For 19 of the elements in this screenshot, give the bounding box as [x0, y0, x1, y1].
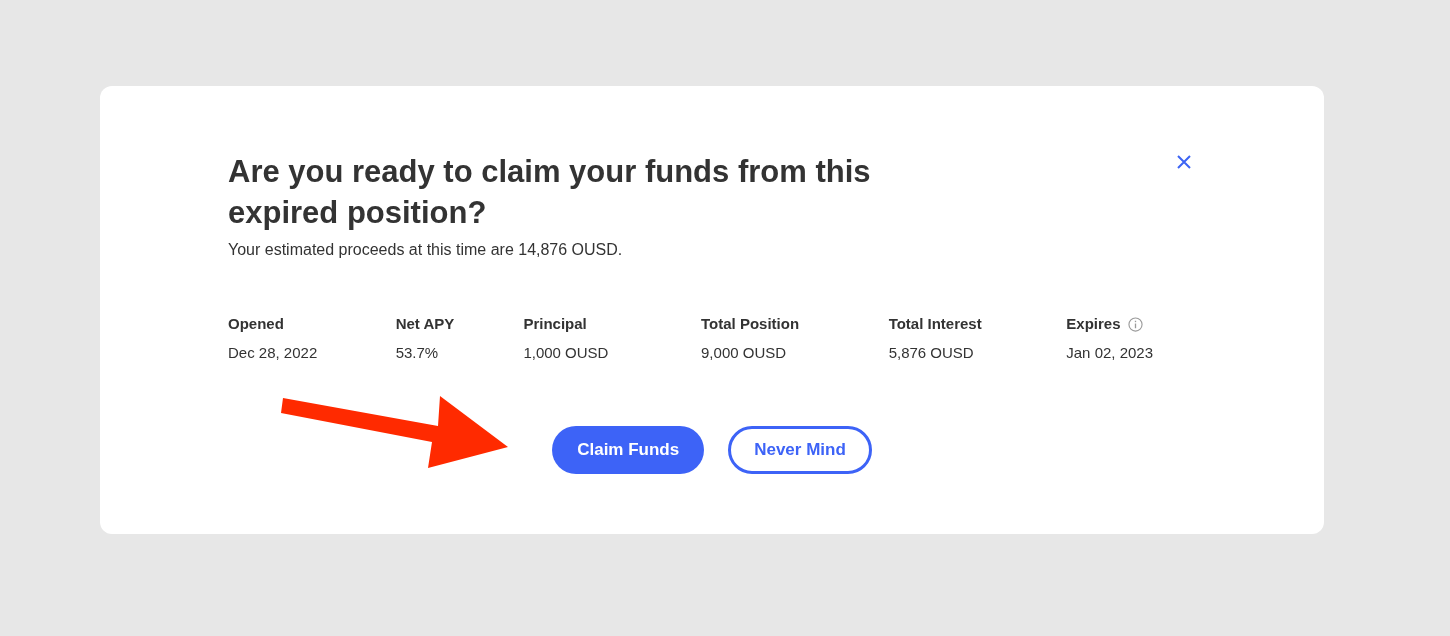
stat-value: 9,000 OUSD	[701, 343, 788, 363]
dialog-title: Are you ready to claim your funds from this expired position?	[228, 153, 872, 232]
stat-label: Expires	[1066, 313, 1121, 334]
stat-label: Opened	[228, 313, 284, 334]
close-icon[interactable]	[1176, 154, 1192, 170]
stat-value: 53.7%	[395, 343, 440, 363]
arrow-icon	[281, 395, 509, 469]
stat-label: Net APY	[395, 313, 455, 334]
stat-label: Principal	[523, 313, 587, 334]
claim-button[interactable]: Claim Funds	[552, 426, 705, 474]
stat-value: Dec 28, 2022	[228, 343, 319, 363]
stat-label: Total Position	[701, 313, 800, 334]
info-icon[interactable]	[1128, 316, 1144, 332]
dialog-subtitle: Your estimated proceeds at this time are 14,876 OUSD.	[228, 240, 624, 260]
stat-value: Jan 02, 2023	[1066, 343, 1155, 363]
stat-value: 1,000 OUSD	[523, 343, 610, 363]
stat-value: 5,876 OUSD	[888, 343, 975, 363]
cancel-button[interactable]: Never Mind	[728, 426, 872, 474]
stat-label: Total Interest	[888, 313, 982, 334]
